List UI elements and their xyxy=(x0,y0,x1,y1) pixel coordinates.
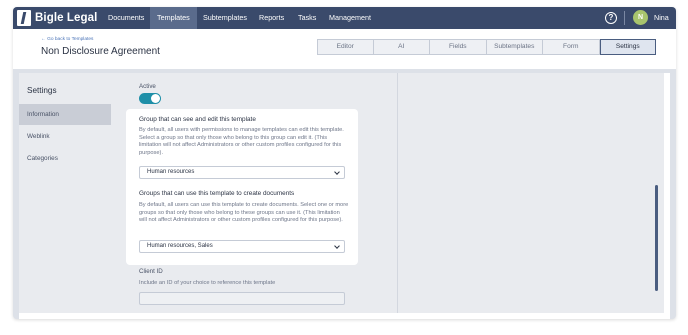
page-title: Non Disclosure Agreement xyxy=(41,46,160,57)
sidebar-item-information[interactable]: Information xyxy=(19,104,111,125)
chevron-down-icon xyxy=(334,243,340,249)
tab-settings[interactable]: Settings xyxy=(599,39,656,55)
active-toggle[interactable] xyxy=(139,93,161,104)
nav-documents[interactable]: Documents xyxy=(101,7,151,29)
information-panel: Active Group that can see and edit this … xyxy=(117,73,397,313)
top-navigation: Bigle Legal Documents Templates Subtempl… xyxy=(13,7,676,29)
edit-group-heading: Group that can see and edit this templat… xyxy=(139,116,256,123)
scrollbar[interactable] xyxy=(655,185,658,291)
use-groups-heading: Groups that can use this template to cre… xyxy=(139,190,295,197)
nav-reports[interactable]: Reports xyxy=(252,7,291,29)
permissions-card: Group that can see and edit this templat… xyxy=(126,109,358,265)
edit-group-description: By default, all users with permissions t… xyxy=(139,127,344,156)
nav-management[interactable]: Management xyxy=(322,7,378,29)
client-id-description: Include an ID of your choice to referenc… xyxy=(139,280,276,286)
back-link[interactable]: ← Go back to Templates xyxy=(41,37,93,42)
edit-group-value: Human resources xyxy=(147,169,195,175)
right-panel xyxy=(397,73,664,313)
tab-editor[interactable]: Editor xyxy=(317,39,374,55)
tab-fields[interactable]: Fields xyxy=(430,39,487,55)
toggle-knob xyxy=(151,94,160,103)
brand-name: Bigle Legal xyxy=(35,12,98,24)
active-label: Active xyxy=(139,83,156,90)
settings-content: Settings Information Weblink Categories … xyxy=(19,73,670,319)
avatar[interactable]: N xyxy=(633,10,648,25)
nav-divider xyxy=(624,11,625,25)
use-groups-description: By default, all users can use this templ… xyxy=(139,202,349,224)
nav-subtemplates[interactable]: Subtemplates xyxy=(196,7,254,29)
chevron-down-icon xyxy=(334,169,340,175)
sidebar-item-weblink[interactable]: Weblink xyxy=(19,126,111,147)
app-window: Bigle Legal Documents Templates Subtempl… xyxy=(13,7,676,319)
settings-sidebar: Settings Information Weblink Categories xyxy=(19,73,117,313)
logo-icon xyxy=(17,10,31,26)
tab-form[interactable]: Form xyxy=(543,39,600,55)
sidebar-title: Settings xyxy=(27,86,57,95)
brand-logo[interactable]: Bigle Legal xyxy=(17,10,97,26)
nav-tasks[interactable]: Tasks xyxy=(291,7,323,29)
edit-group-select[interactable]: Human resources xyxy=(139,166,345,179)
template-tabs: Editor AI Fields Subtemplates Form Setti… xyxy=(317,39,656,55)
use-groups-value: Human resources, Sales xyxy=(147,243,213,249)
tab-subtemplates[interactable]: Subtemplates xyxy=(486,39,543,55)
nav-templates[interactable]: Templates xyxy=(150,7,197,29)
page-header: ← Go back to Templates Non Disclosure Ag… xyxy=(13,29,676,69)
use-groups-select[interactable]: Human resources, Sales xyxy=(139,240,345,253)
help-icon[interactable]: ? xyxy=(605,12,617,24)
client-id-label: Client ID xyxy=(139,268,163,275)
sidebar-item-categories[interactable]: Categories xyxy=(19,148,111,169)
client-id-input[interactable] xyxy=(139,292,345,305)
tab-ai[interactable]: AI xyxy=(373,39,430,55)
user-name[interactable]: Nina xyxy=(654,7,669,29)
